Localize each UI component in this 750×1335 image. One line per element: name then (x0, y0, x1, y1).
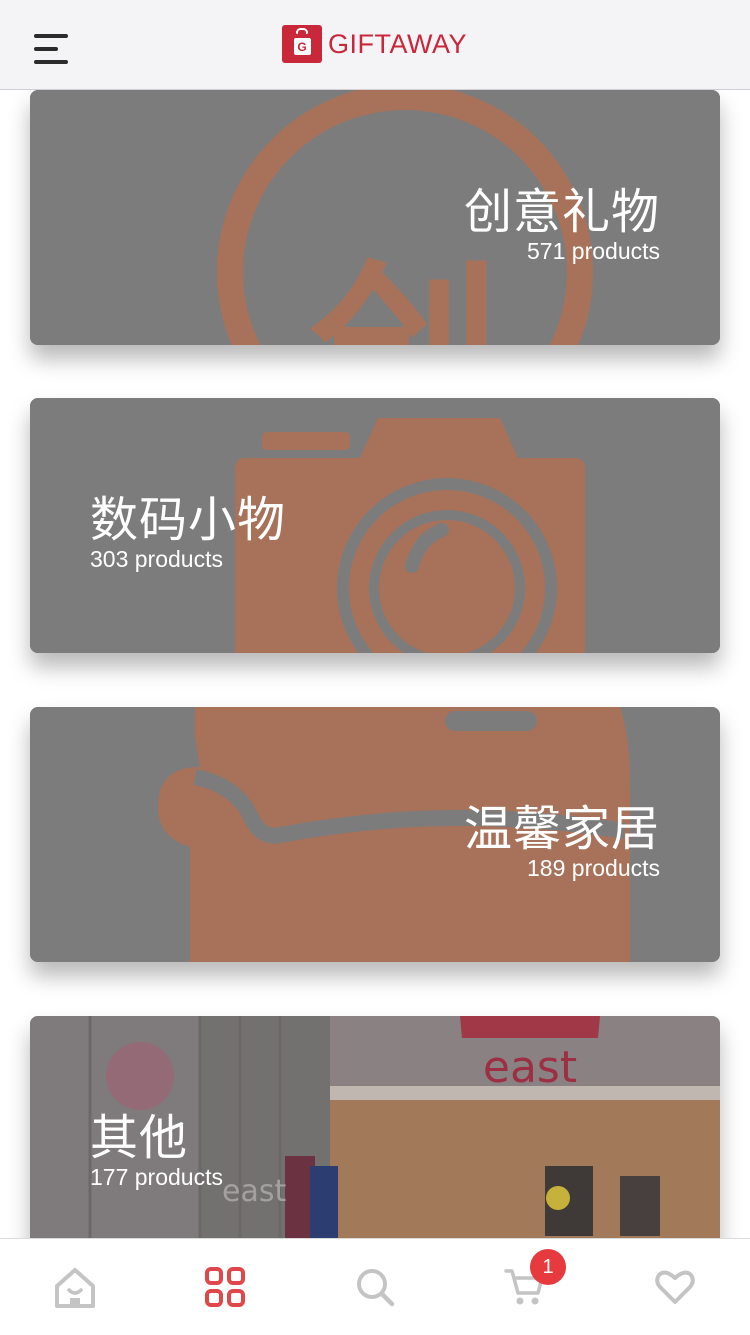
category-count: 303 products (90, 546, 223, 572)
category-card-other[interactable]: east east 其他 177 products (30, 1016, 720, 1238)
category-title: 温馨家居 (463, 801, 660, 857)
category-title: 数码小物 (90, 492, 287, 548)
nav-favorites[interactable] (600, 1239, 750, 1335)
home-icon (55, 1268, 95, 1308)
category-count: 177 products (90, 1164, 223, 1190)
favorites-icon (655, 1270, 695, 1304)
categories-icon (205, 1267, 245, 1307)
gift-logo-icon: G (282, 25, 322, 63)
svg-text:east: east (483, 1042, 577, 1093)
category-title: 其他 (90, 1110, 189, 1166)
top-bar: G GIFTAWAY (0, 0, 750, 90)
category-count: 189 products (527, 855, 660, 881)
search-icon (357, 1269, 395, 1307)
nav-home[interactable] (0, 1239, 150, 1335)
category-count: 571 products (527, 238, 660, 264)
svg-text:east: east (222, 1174, 286, 1209)
bottom-navigation: 1 (0, 1238, 750, 1334)
category-card-creative[interactable]: 创 创意礼物 571 products (30, 90, 720, 345)
category-card-home[interactable]: 温馨家居 189 products (30, 707, 720, 962)
cart-badge: 1 (530, 1249, 566, 1285)
logo-text: GIFTAWAY (328, 28, 467, 59)
svg-text:创: 创 (310, 244, 500, 345)
nav-cart[interactable]: 1 (450, 1239, 600, 1335)
category-list: 创 创意礼物 571 products 数码小物 303 products 温馨… (0, 90, 750, 1238)
category-card-digital[interactable]: 数码小物 303 products (30, 398, 720, 653)
nav-categories[interactable] (150, 1239, 300, 1335)
category-title: 创意礼物 (463, 184, 660, 240)
app-logo[interactable]: G GIFTAWAY (282, 24, 467, 64)
nav-search[interactable] (300, 1239, 450, 1335)
menu-icon[interactable] (34, 32, 70, 66)
